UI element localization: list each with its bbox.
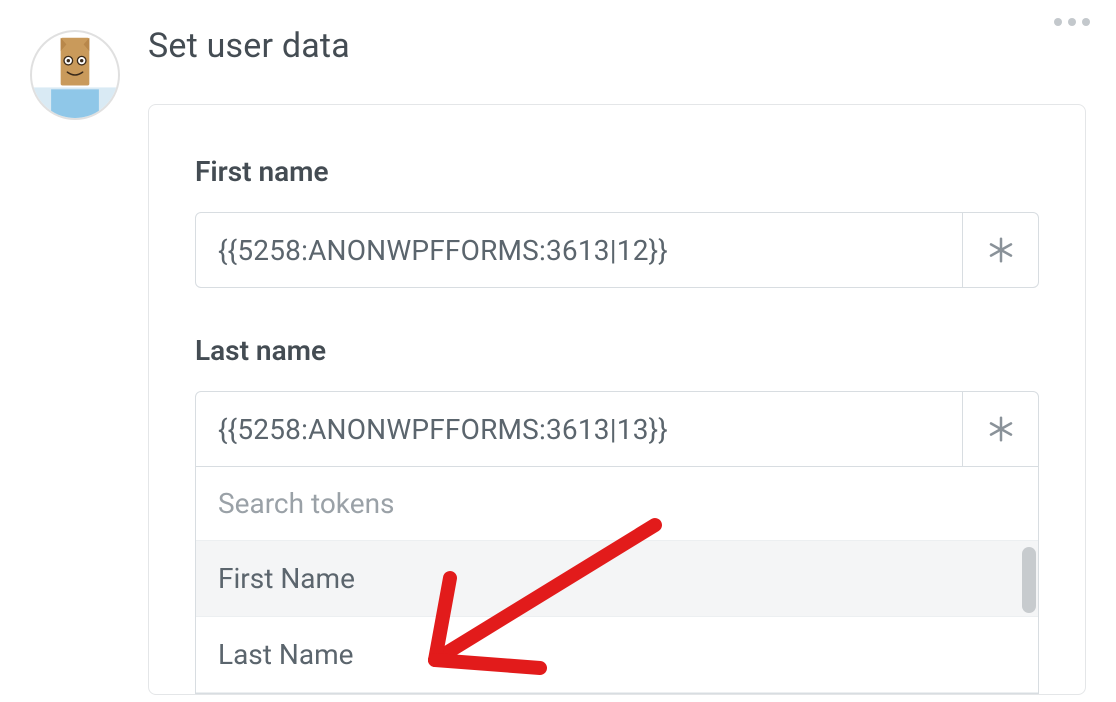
dot-icon (1054, 18, 1062, 26)
scrollbar-thumb[interactable] (1022, 547, 1036, 613)
field-label-first-name: First name (195, 155, 1039, 188)
dot-icon (1068, 18, 1076, 26)
dot-icon (1082, 18, 1090, 26)
paper-bag-avatar-icon (32, 32, 118, 118)
more-options-button[interactable] (1050, 14, 1094, 30)
token-dropdown-list: First Name Last Name (196, 541, 1038, 693)
asterisk-icon (986, 414, 1016, 444)
token-dropdown: Search tokens First Name Last Name (195, 467, 1039, 694)
first-name-input[interactable]: {{5258:ANONWPFFORMS:3613|12}} (196, 213, 962, 287)
token-option-last-name[interactable]: Last Name (196, 617, 1038, 693)
token-picker-button[interactable] (962, 392, 1038, 466)
fields-card: First name {{5258:ANONWPFFORMS:3613|12}}… (148, 104, 1086, 695)
avatar (30, 30, 120, 120)
avatar-container (30, 30, 120, 120)
token-option-first-name[interactable]: First Name (196, 541, 1038, 617)
asterisk-icon (986, 235, 1016, 265)
action-row: Set user data First name {{5258:ANONWPFF… (0, 0, 1116, 695)
last-name-input[interactable]: {{5258:ANONWPFFORMS:3613|13}} (196, 392, 962, 466)
first-name-input-group: {{5258:ANONWPFFORMS:3613|12}} (195, 212, 1039, 288)
action-title: Set user data (148, 26, 1086, 66)
token-search-input[interactable]: Search tokens (196, 467, 1038, 541)
last-name-input-group: {{5258:ANONWPFFORMS:3613|13}} (195, 391, 1039, 467)
action-content: Set user data First name {{5258:ANONWPFF… (148, 20, 1086, 695)
token-picker-button[interactable] (962, 213, 1038, 287)
field-label-last-name: Last name (195, 334, 1039, 367)
